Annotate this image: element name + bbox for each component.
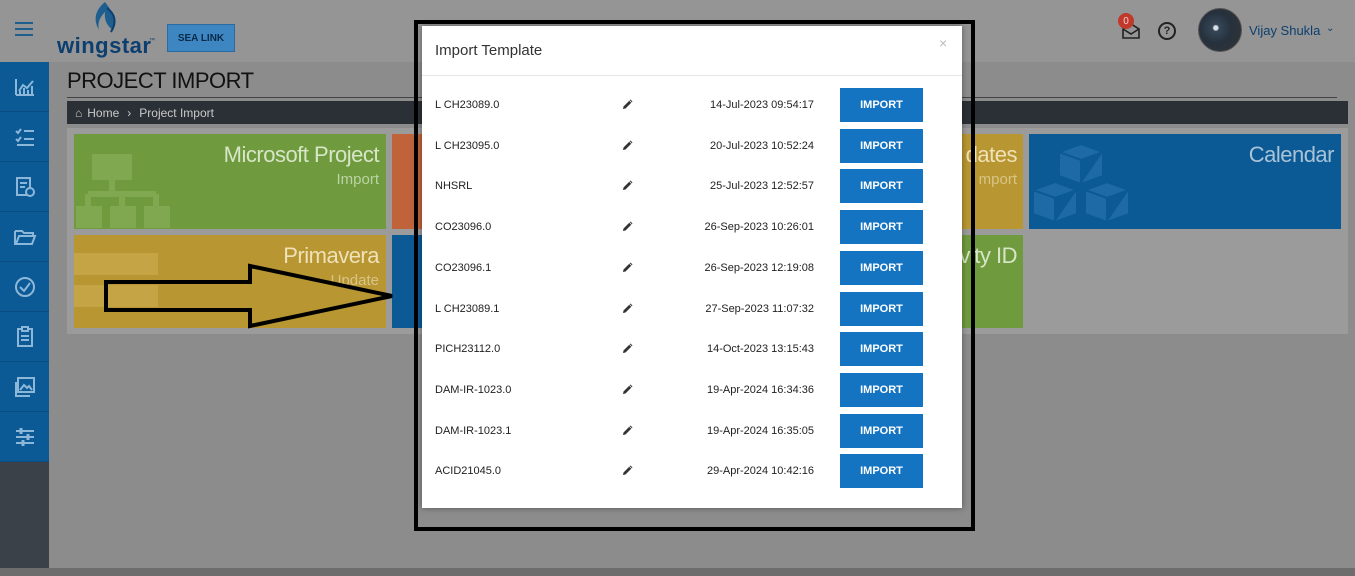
wingstar-logo[interactable]: wingstar ™ bbox=[57, 0, 157, 60]
template-date: 19-Apr-2024 16:35:05 bbox=[706, 424, 814, 437]
import-button[interactable]: IMPORT bbox=[840, 291, 923, 326]
hamburger-menu-icon[interactable] bbox=[15, 22, 33, 36]
pencil-icon[interactable] bbox=[622, 139, 634, 151]
breadcrumb-separator: › bbox=[127, 105, 132, 120]
import-button[interactable]: IMPORT bbox=[840, 413, 923, 448]
import-template-modal: Import Template × L CH23089.0 14-Jul-2023… bbox=[422, 26, 962, 508]
notification-badge: 0 bbox=[1118, 13, 1134, 29]
user-name[interactable]: Vijay Shukla bbox=[1249, 23, 1320, 38]
chevron-down-icon[interactable]: ⌄ bbox=[1326, 23, 1334, 34]
template-date: 27-Sep-2023 11:07:32 bbox=[705, 302, 814, 315]
logo-text: wingstar bbox=[57, 33, 152, 58]
pencil-icon[interactable] bbox=[622, 383, 634, 395]
flame-logo-icon bbox=[95, 2, 116, 33]
check-circle-icon bbox=[14, 276, 35, 297]
template-row: PICH23112.0 14-Oct-2023 13:15:43 IMPORT bbox=[422, 330, 962, 370]
template-row: DAM-IR-1023.0 19-Apr-2024 16:34:36 IMPORT bbox=[422, 371, 962, 411]
import-button[interactable]: IMPORT bbox=[840, 372, 923, 407]
pencil-icon[interactable] bbox=[622, 464, 634, 476]
pencil-icon[interactable] bbox=[622, 220, 634, 232]
template-date: 29-Apr-2024 10:42:16 bbox=[706, 465, 814, 478]
template-date: 19-Apr-2024 16:34:36 bbox=[706, 383, 814, 396]
breadcrumb-current: Project Import bbox=[139, 105, 214, 120]
pencil-icon[interactable] bbox=[622, 261, 634, 273]
template-name: L CH23095.0 bbox=[435, 139, 500, 152]
template-row: DAM-IR-1023.1 19-Apr-2024 16:35:05 IMPORT bbox=[422, 412, 962, 452]
breadcrumb-home[interactable]: Home bbox=[87, 106, 119, 120]
logo-trademark: ™ bbox=[149, 38, 155, 44]
page-title: PROJECT IMPORT bbox=[67, 68, 254, 93]
template-row: NHSRL 25-Jul-2023 12:52:57 IMPORT bbox=[422, 167, 962, 207]
cubes-icon bbox=[1030, 142, 1132, 224]
template-row: L CH23089.0 14-Jul-2023 09:54:17 IMPORT bbox=[422, 86, 962, 126]
template-name: DAM-IR-1023.0 bbox=[435, 383, 512, 396]
avatar[interactable] bbox=[1198, 8, 1242, 52]
sliders-icon bbox=[15, 427, 34, 446]
home-icon[interactable]: ⌂ bbox=[75, 106, 82, 120]
pencil-icon[interactable] bbox=[622, 98, 634, 110]
annotation-arrow bbox=[104, 263, 393, 329]
template-row: ACID21045.0 29-Apr-2024 10:42:16 IMPORT bbox=[422, 452, 962, 492]
footer-bar bbox=[0, 568, 1355, 576]
help-icon[interactable]: ? bbox=[1158, 22, 1176, 40]
import-button[interactable]: IMPORT bbox=[840, 88, 923, 122]
pencil-icon[interactable] bbox=[622, 179, 634, 191]
template-name: CO23096.1 bbox=[435, 261, 492, 274]
sidebar bbox=[0, 62, 49, 576]
template-date: 14-Oct-2023 13:15:43 bbox=[706, 343, 814, 356]
sidebar-item-gallery[interactable] bbox=[0, 362, 49, 412]
folder-open-icon bbox=[13, 229, 36, 245]
template-row: CO23096.0 26-Sep-2023 10:26:01 IMPORT bbox=[422, 208, 962, 248]
template-row: L CH23089.1 27-Sep-2023 11:07:32 IMPORT bbox=[422, 290, 962, 330]
import-button[interactable]: IMPORT bbox=[840, 250, 923, 285]
modal-title: Import Template bbox=[435, 42, 543, 59]
template-date: 26-Sep-2023 12:19:08 bbox=[704, 261, 814, 274]
sidebar-item-dashboard[interactable] bbox=[0, 62, 49, 112]
template-date: 20-Jul-2023 10:52:24 bbox=[710, 139, 814, 152]
tile-subtitle: mport bbox=[978, 171, 1017, 188]
sidebar-item-tasks[interactable] bbox=[0, 112, 49, 162]
template-row: CO23096.1 26-Sep-2023 12:19:08 IMPORT bbox=[422, 249, 962, 289]
template-name: ACID21045.0 bbox=[435, 465, 502, 478]
sidebar-item-reports[interactable] bbox=[0, 162, 49, 212]
template-name: PICH23112.0 bbox=[435, 343, 501, 356]
close-icon[interactable]: × bbox=[939, 35, 947, 51]
template-name: NHSRL bbox=[435, 180, 473, 193]
template-date: 14-Jul-2023 09:54:17 bbox=[710, 99, 814, 111]
pencil-icon[interactable] bbox=[622, 302, 634, 314]
sidebar-item-approvals[interactable] bbox=[0, 262, 49, 312]
template-name: L CH23089.0 bbox=[435, 99, 500, 111]
tile-microsoft-project[interactable]: Microsoft Project Import bbox=[74, 134, 386, 229]
checklist-icon bbox=[14, 127, 34, 146]
template-name: DAM-IR-1023.1 bbox=[435, 424, 512, 437]
template-row: L CH23095.0 20-Jul-2023 10:52:24 IMPORT bbox=[422, 127, 962, 167]
import-button[interactable]: IMPORT bbox=[840, 128, 923, 163]
sea-link-button[interactable]: SEA LINK bbox=[167, 24, 235, 52]
tile-title: Calendar bbox=[1248, 142, 1335, 167]
import-button[interactable]: IMPORT bbox=[840, 454, 923, 489]
report-clock-icon bbox=[15, 176, 35, 197]
template-date: 25-Jul-2023 12:52:57 bbox=[710, 180, 814, 193]
pencil-icon[interactable] bbox=[622, 424, 634, 436]
tile-title: Microsoft Project bbox=[223, 142, 380, 167]
clipboard-icon bbox=[16, 325, 33, 347]
sidebar-item-settings[interactable] bbox=[0, 412, 49, 462]
template-date: 26-Sep-2023 10:26:01 bbox=[704, 221, 814, 234]
chart-line-icon bbox=[14, 78, 34, 96]
sidebar-item-projects[interactable] bbox=[0, 212, 49, 262]
pencil-icon[interactable] bbox=[622, 342, 634, 354]
template-name: L CH23089.1 bbox=[435, 302, 500, 315]
tile-calendar[interactable]: Calendar bbox=[1029, 134, 1341, 229]
modal-divider bbox=[422, 75, 962, 76]
import-button[interactable]: IMPORT bbox=[840, 332, 923, 367]
import-button[interactable]: IMPORT bbox=[840, 210, 923, 245]
import-button[interactable]: IMPORT bbox=[840, 169, 923, 204]
tile-subtitle: Import bbox=[336, 171, 379, 188]
sidebar-item-clipboard[interactable] bbox=[0, 312, 49, 362]
template-name: CO23096.0 bbox=[435, 221, 492, 234]
image-gallery-icon bbox=[14, 376, 35, 397]
hierarchy-icon bbox=[76, 154, 170, 228]
